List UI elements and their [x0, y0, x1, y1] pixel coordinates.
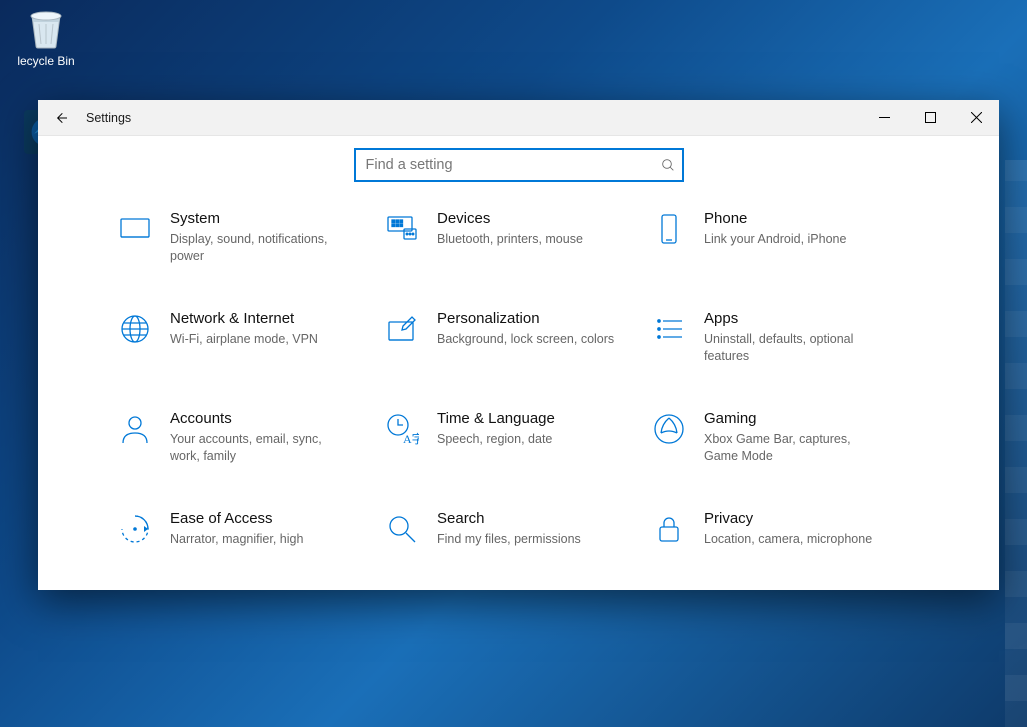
desktop-icon-recycle-bin[interactable]: lecycle Bin: [8, 6, 84, 68]
privacy-icon: [652, 512, 686, 546]
category-title: Network & Internet: [170, 310, 318, 329]
category-personalization[interactable]: Personalization Background, lock screen,…: [385, 310, 652, 370]
personalization-icon: [385, 312, 419, 346]
category-apps[interactable]: Apps Uninstall, defaults, optional featu…: [652, 310, 919, 370]
category-desc: Bluetooth, printers, mouse: [437, 231, 583, 248]
minimize-icon: [879, 112, 890, 123]
category-title: Search: [437, 510, 581, 529]
category-title: Ease of Access: [170, 510, 303, 529]
phone-icon: [652, 212, 686, 246]
close-icon: [971, 112, 982, 123]
minimize-button[interactable]: [861, 100, 907, 136]
maximize-icon: [925, 112, 936, 123]
system-icon: [118, 212, 152, 246]
back-button[interactable]: [38, 100, 84, 136]
globe-icon: [118, 312, 152, 346]
category-desc: Your accounts, email, sync, work, family: [170, 431, 350, 465]
category-desc: Speech, region, date: [437, 431, 555, 448]
category-title: Devices: [437, 210, 583, 229]
category-privacy[interactable]: Privacy Location, camera, microphone: [652, 510, 919, 570]
search-input[interactable]: [366, 157, 660, 173]
window-body: System Display, sound, notifications, po…: [38, 136, 999, 590]
category-desc: Uninstall, defaults, optional features: [704, 331, 884, 365]
category-ease-of-access[interactable]: Ease of Access Narrator, magnifier, high: [118, 510, 385, 570]
category-title: Accounts: [170, 410, 350, 429]
desktop-right-edge: [1005, 160, 1027, 727]
category-title: Gaming: [704, 410, 884, 429]
category-desc: Location, camera, microphone: [704, 531, 872, 548]
search-icon: [660, 157, 676, 173]
category-time-language[interactable]: A字 Time & Language Speech, region, date: [385, 410, 652, 470]
search-category-icon: [385, 512, 419, 546]
category-desc: Display, sound, notifications, power: [170, 231, 350, 265]
window-title: Settings: [86, 111, 131, 125]
category-desc: Xbox Game Bar, captures, Game Mode: [704, 431, 884, 465]
category-title: System: [170, 210, 350, 229]
category-title: Privacy: [704, 510, 872, 529]
category-devices[interactable]: Devices Bluetooth, printers, mouse: [385, 210, 652, 270]
search-box[interactable]: [354, 148, 684, 182]
maximize-button[interactable]: [907, 100, 953, 136]
category-accounts[interactable]: Accounts Your accounts, email, sync, wor…: [118, 410, 385, 470]
recycle-bin-icon: [24, 6, 68, 50]
back-arrow-icon: [53, 110, 69, 126]
titlebar: Settings: [38, 100, 999, 136]
category-desc: Find my files, permissions: [437, 531, 581, 548]
gaming-icon: [652, 412, 686, 446]
category-phone[interactable]: Phone Link your Android, iPhone: [652, 210, 919, 270]
apps-icon: [652, 312, 686, 346]
category-desc: Wi-Fi, airplane mode, VPN: [170, 331, 318, 348]
category-gaming[interactable]: Gaming Xbox Game Bar, captures, Game Mod…: [652, 410, 919, 470]
time-language-icon: A字: [385, 412, 419, 446]
category-title: Phone: [704, 210, 846, 229]
category-title: Apps: [704, 310, 884, 329]
category-desc: Narrator, magnifier, high: [170, 531, 303, 548]
category-search[interactable]: Search Find my files, permissions: [385, 510, 652, 570]
ease-of-access-icon: [118, 512, 152, 546]
category-desc: Link your Android, iPhone: [704, 231, 846, 248]
category-desc: Background, lock screen, colors: [437, 331, 614, 348]
category-title: Time & Language: [437, 410, 555, 429]
category-title: Personalization: [437, 310, 614, 329]
accounts-icon: [118, 412, 152, 446]
category-network[interactable]: Network & Internet Wi-Fi, airplane mode,…: [118, 310, 385, 370]
category-system[interactable]: System Display, sound, notifications, po…: [118, 210, 385, 270]
categories-grid: System Display, sound, notifications, po…: [38, 210, 999, 570]
window-controls: [861, 100, 999, 136]
settings-window: Settings: [38, 100, 999, 590]
svg-text:A字: A字: [403, 431, 419, 446]
close-button[interactable]: [953, 100, 999, 136]
recycle-bin-label: lecycle Bin: [8, 54, 84, 68]
devices-icon: [385, 212, 419, 246]
